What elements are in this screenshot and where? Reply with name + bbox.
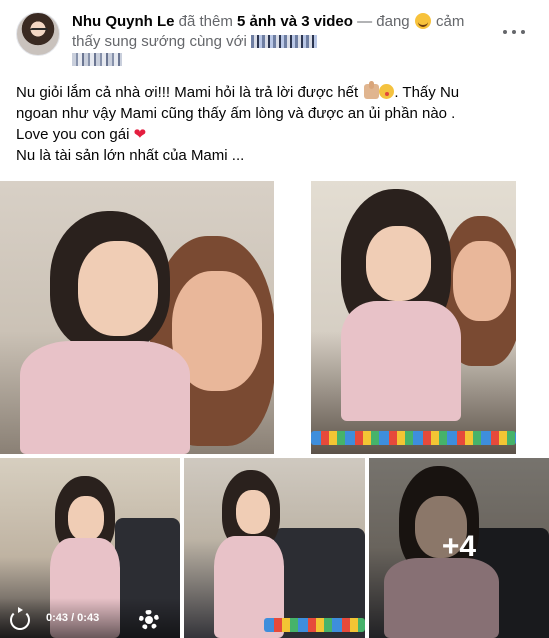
toy-puzzle-shape xyxy=(311,431,516,445)
mom-face-shape xyxy=(453,241,511,321)
media-count-link[interactable]: 5 ảnh và 3 video xyxy=(237,13,353,30)
media-video-1[interactable]: 0:43 / 0:43 xyxy=(0,458,180,638)
caption-line-2: ngoan như vậy Mami cũng thấy ấm lòng và … xyxy=(16,105,456,122)
caption-line-1-b: . Thấy Nu xyxy=(394,84,460,101)
caption-line-1-a: Nu giỏi lắm cả nhà ơi!!! Mami hỏi là trả… xyxy=(16,84,363,101)
feeling-text: cảm xyxy=(435,13,465,30)
girl-face-shape xyxy=(78,241,158,336)
girl-face-shape xyxy=(236,490,270,534)
replay-icon[interactable] xyxy=(10,607,30,630)
tagged-friend-blurred[interactable] xyxy=(250,35,317,48)
caption-line-3-text: Love you con gái xyxy=(16,126,134,143)
feeling-prefix: — đang xyxy=(352,13,414,30)
gear-icon[interactable] xyxy=(139,610,159,630)
caption-line-1: Nu giỏi lắm cả nhà ơi!!! Mami hỏi là trả… xyxy=(16,81,536,103)
video-time: 0:43 / 0:43 xyxy=(46,612,100,624)
post-header: Nhu Quynh Le đã thêm 5 ảnh và 3 video — … xyxy=(72,12,492,52)
heart-emoji-icon: ❤ xyxy=(133,126,147,143)
caption-line-3: Love you con gái ❤ xyxy=(16,124,536,145)
girl-shirt-shape xyxy=(341,301,461,421)
more-options-icon[interactable] xyxy=(500,24,528,40)
author-avatar[interactable] xyxy=(16,12,60,56)
post-caption: Nu giỏi lắm cả nhà ơi!!! Mami hỏi là trả… xyxy=(16,81,536,166)
glasses-shape xyxy=(30,28,48,33)
girl-shirt-shape xyxy=(20,341,190,454)
girl-face-shape xyxy=(366,226,431,301)
tagged-friend-blurred-2[interactable] xyxy=(72,53,122,66)
more-media-count[interactable]: +4 xyxy=(369,530,549,564)
thumbs-up-emoji-icon xyxy=(364,81,380,99)
caption-line-4: Nu là tài sản lớn nhất của Mami ... xyxy=(16,147,245,164)
video-controls: 0:43 / 0:43 xyxy=(0,598,180,638)
toy-puzzle-shape xyxy=(264,618,365,632)
media-photo-3[interactable] xyxy=(184,458,365,638)
media-photo-1[interactable] xyxy=(0,181,274,454)
author-name[interactable]: Nhu Quynh Le xyxy=(72,13,175,30)
kiss-emoji-icon xyxy=(379,84,395,99)
smile-emoji-icon xyxy=(414,13,431,29)
media-more[interactable]: +4 xyxy=(369,458,549,638)
post-card: Nhu Quynh Le đã thêm 5 ảnh và 3 video — … xyxy=(0,0,549,638)
action-text: đã thêm xyxy=(174,13,238,30)
girl-face-shape xyxy=(68,496,104,541)
feeling-continuation: thấy sung sướng cùng với xyxy=(72,33,247,50)
media-photo-2[interactable] xyxy=(311,181,516,454)
